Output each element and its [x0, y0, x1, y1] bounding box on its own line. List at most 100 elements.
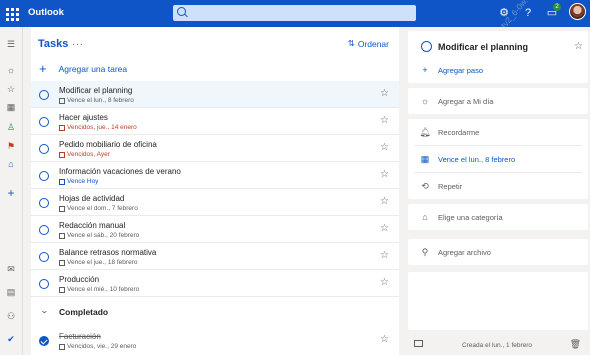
- menu-hamburger-icon[interactable]: ☰: [5, 38, 17, 50]
- task-complete-circle[interactable]: [39, 198, 49, 208]
- task-row[interactable]: Hacer ajustes Vencidos, jue., 14 enero ☆: [31, 108, 399, 135]
- task-row[interactable]: Modificar el planning Vence el lun., 8 fe…: [31, 81, 399, 108]
- completed-task-row[interactable]: Facturación Vencidos, vie., 29 enero ☆: [31, 327, 399, 354]
- task-detail-panel: Modificar el planning ☆ + Agregar paso ☼…: [404, 27, 590, 355]
- due-calendar-icon: [59, 232, 65, 239]
- add-file-button[interactable]: ⚲ Agregar archivo: [408, 239, 588, 265]
- new-list-plus-icon[interactable]: +: [5, 186, 17, 200]
- user-avatar[interactable]: [569, 3, 586, 20]
- tasks-panel: Tasks ··· ⇅ Ordenar + Agregar una tarea …: [31, 27, 399, 355]
- add-step-plus-icon: +: [422, 65, 428, 75]
- delete-trash-icon[interactable]: 🗑︎: [570, 339, 581, 350]
- notification-badge: 2: [553, 3, 561, 11]
- hide-detail-icon[interactable]: [414, 340, 423, 347]
- task-complete-circle[interactable]: [39, 225, 49, 235]
- star-icon[interactable]: ☆: [380, 115, 389, 126]
- task-row[interactable]: Producción Vence el mié., 10 febrero ☆: [31, 270, 399, 297]
- search-box[interactable]: [173, 5, 416, 21]
- task-row[interactable]: Información vacaciones de verano Vence Ho…: [31, 162, 399, 189]
- task-title: Facturación: [59, 332, 101, 341]
- planned-calendar-icon[interactable]: ▦: [5, 101, 17, 113]
- star-icon[interactable]: ☆: [380, 169, 389, 180]
- star-icon[interactable]: ☆: [380, 250, 389, 261]
- add-to-my-day-button[interactable]: ☼ Agregar a Mi día: [408, 88, 588, 114]
- task-due-text: Vencidos, Ayer: [67, 151, 110, 158]
- tasks-home-icon[interactable]: ⌂: [5, 158, 17, 170]
- add-step-button[interactable]: + Agregar paso: [408, 57, 588, 83]
- task-due: Vence el mié., 10 febrero: [59, 286, 139, 293]
- completed-section-header[interactable]: ⌄ Completado: [31, 297, 399, 327]
- task-due-text: Vencidos, vie., 29 enero: [67, 343, 137, 350]
- mail-icon[interactable]: ✉: [5, 263, 17, 275]
- task-complete-circle[interactable]: [39, 144, 49, 154]
- add-task-input[interactable]: + Agregar una tarea: [39, 62, 128, 75]
- app-title[interactable]: Outlook: [28, 7, 64, 18]
- due-date-button[interactable]: ▦ Vence el lun., 8 febrero: [408, 146, 588, 172]
- my-day-sun-icon[interactable]: ☼: [5, 64, 17, 76]
- task-complete-circle[interactable]: [39, 171, 49, 181]
- star-icon[interactable]: ☆: [380, 142, 389, 153]
- task-due: Vencidos, Ayer: [59, 151, 110, 158]
- task-complete-circle[interactable]: [39, 117, 49, 127]
- category-card: ⌂ Elige una categoría: [408, 204, 588, 230]
- left-rail: ☰ ☼ ☆ ▦ ♙ ⚑ ⌂ + ✉ ▤ ⚇ ✔: [0, 27, 23, 355]
- star-icon[interactable]: ☆: [380, 223, 389, 234]
- star-icon[interactable]: ☆: [380, 334, 389, 345]
- sun-icon: ☼: [420, 96, 430, 106]
- detail-title-row: Modificar el planning ☆: [408, 31, 588, 57]
- due-calendar-icon: [59, 124, 65, 131]
- remind-me-button[interactable]: 🔔︎ Recordarme: [408, 119, 588, 145]
- settings-gear-icon[interactable]: ⚙: [497, 6, 511, 20]
- task-due-text: Vencidos, jue., 14 enero: [67, 124, 137, 131]
- task-due: Vence el dom., 7 febrero: [59, 205, 138, 212]
- task-title: Redacción manual: [59, 221, 126, 230]
- star-icon[interactable]: ☆: [380, 88, 389, 99]
- task-completed-check[interactable]: [39, 336, 49, 346]
- flagged-icon[interactable]: ⚑: [5, 140, 17, 152]
- pick-category-button[interactable]: ⌂ Elige una categoría: [408, 204, 588, 230]
- complete-toggle[interactable]: [421, 41, 432, 52]
- due-calendar-icon: [59, 259, 65, 266]
- search-icon[interactable]: [177, 7, 186, 16]
- repeat-label: Repetir: [438, 181, 463, 191]
- chevron-down-icon[interactable]: ⌄: [40, 306, 49, 315]
- task-title: Balance retrasos normativa: [59, 248, 157, 257]
- sort-icon: ⇅: [347, 38, 355, 48]
- add-to-my-day-label: Agregar a Mi día: [438, 96, 494, 106]
- task-list: Modificar el planning Vence el lun., 8 fe…: [31, 81, 399, 354]
- created-date: Creada el lun., 1 febrero: [461, 341, 533, 349]
- more-options-button[interactable]: ···: [72, 39, 84, 50]
- task-complete-circle[interactable]: [39, 252, 49, 262]
- task-complete-circle[interactable]: [39, 90, 49, 100]
- app-launcher-icon[interactable]: [4, 6, 20, 22]
- calendar-icon[interactable]: ▤: [5, 286, 17, 298]
- task-due: Vence el jue., 18 febrero: [59, 259, 137, 266]
- task-title: Producción: [59, 275, 100, 284]
- due-date-label: Vence el lun., 8 febrero: [438, 154, 516, 164]
- people-icon[interactable]: ⚇: [5, 310, 17, 322]
- task-row[interactable]: Redacción manual Vence el sáb., 20 febrer…: [31, 216, 399, 243]
- repeat-button[interactable]: ⟲ Repetir: [408, 173, 588, 199]
- sort-button[interactable]: ⇅ Ordenar: [348, 38, 389, 49]
- help-icon[interactable]: ?: [521, 6, 535, 20]
- task-row[interactable]: Hojas de actividad Vence el dom., 7 febre…: [31, 189, 399, 216]
- task-due: Vencidos, vie., 29 enero: [59, 343, 136, 350]
- star-icon[interactable]: ☆: [380, 277, 389, 288]
- todo-check-icon[interactable]: ✔: [5, 333, 17, 345]
- detail-task-title[interactable]: Modificar el planning: [438, 42, 528, 52]
- star-icon[interactable]: ☆: [380, 196, 389, 207]
- tag-icon: ⌂: [422, 212, 428, 222]
- assigned-person-icon[interactable]: ♙: [5, 121, 17, 133]
- add-task-label: Agregar una tarea: [58, 64, 128, 74]
- due-calendar-icon: [59, 205, 65, 212]
- attach-card: ⚲ Agregar archivo: [408, 239, 588, 265]
- task-row[interactable]: Balance retrasos normativa Vence el jue.,…: [31, 243, 399, 270]
- paperclip-icon: ⚲: [421, 246, 429, 257]
- task-row[interactable]: Pedido mobiliario de oficina Vencidos, Ay…: [31, 135, 399, 162]
- important-star-icon[interactable]: ☆: [5, 83, 17, 95]
- note-area[interactable]: [408, 272, 588, 330]
- importance-star-icon[interactable]: ☆: [574, 41, 583, 52]
- my-day-card: ☼ Agregar a Mi día: [408, 88, 588, 114]
- due-calendar-icon: [59, 97, 65, 104]
- task-complete-circle[interactable]: [39, 279, 49, 289]
